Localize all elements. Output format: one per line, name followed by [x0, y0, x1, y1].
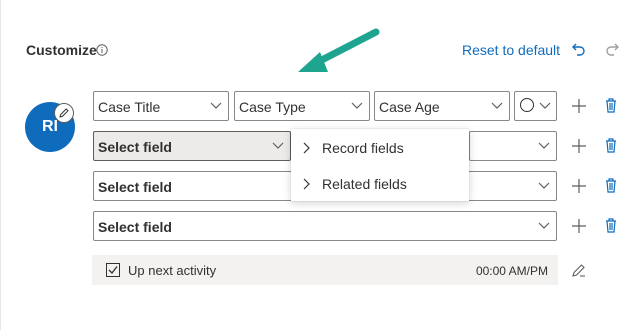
annotation-arrow-graphic — [298, 28, 380, 72]
delete-icon[interactable] — [603, 97, 619, 113]
add-row-icon[interactable] — [571, 178, 587, 194]
chevron-down-icon — [210, 102, 222, 109]
add-row-icon[interactable] — [571, 218, 587, 234]
flyout-item-label: Related fields — [322, 176, 407, 192]
field-select-label: Case Age — [379, 99, 440, 115]
up-next-activity-row: Up next activity 00:00 AM/PM — [92, 255, 558, 285]
delete-icon[interactable] — [603, 177, 619, 193]
field-select-case-title[interactable]: Case Title — [93, 91, 229, 121]
chevron-down-icon — [538, 182, 550, 189]
chevron-down-icon — [491, 102, 503, 109]
pencil-icon — [59, 108, 69, 118]
field-select-case-age[interactable]: Case Age — [374, 91, 510, 121]
add-row-icon[interactable] — [571, 138, 587, 154]
delete-icon[interactable] — [603, 217, 619, 233]
checkbox-checked-icon[interactable] — [106, 263, 120, 277]
chevron-right-icon — [303, 178, 310, 190]
page-title: Customize — [26, 42, 97, 58]
avatar-edit-button[interactable] — [54, 103, 74, 123]
field-select-case-type[interactable]: Case Type — [234, 91, 370, 121]
flyout-item-related-fields[interactable]: Related fields — [291, 166, 469, 202]
add-row-icon[interactable] — [571, 98, 587, 114]
field-select-label: Case Type — [239, 99, 306, 115]
left-border — [0, 0, 1, 330]
reset-to-default-link[interactable]: Reset to default — [462, 42, 560, 58]
activity-time: 00:00 AM/PM — [475, 264, 548, 278]
flyout-item-label: Record fields — [322, 140, 404, 156]
field-select-row2-right[interactable] — [469, 131, 557, 161]
field-select-label: Case Title — [98, 99, 161, 115]
circle-icon — [520, 98, 534, 112]
field-category-flyout: Record fields Related fields — [291, 129, 469, 201]
chevron-down-icon — [538, 222, 550, 229]
field-select-label: Select field — [98, 139, 172, 155]
field-select-row4[interactable]: Select field — [93, 211, 557, 241]
chevron-down-icon — [538, 142, 550, 149]
field-select-label: Select field — [98, 219, 172, 235]
delete-icon[interactable] — [603, 137, 619, 153]
redo-icon[interactable] — [603, 40, 621, 58]
field-select-row2[interactable]: Select field — [93, 131, 291, 161]
info-icon[interactable] — [96, 44, 108, 56]
field-select-label: Select field — [98, 179, 172, 195]
chevron-down-icon — [539, 102, 551, 109]
chevron-right-icon — [303, 142, 310, 154]
avatar-initials: RI — [42, 118, 58, 135]
chevron-down-icon — [272, 142, 284, 149]
activity-label: Up next activity — [128, 263, 217, 278]
chevron-down-icon — [351, 102, 363, 109]
edit-activity-icon[interactable] — [571, 262, 587, 278]
undo-icon[interactable] — [570, 40, 588, 58]
icon-select[interactable] — [514, 91, 557, 121]
flyout-item-record-fields[interactable]: Record fields — [291, 130, 469, 166]
